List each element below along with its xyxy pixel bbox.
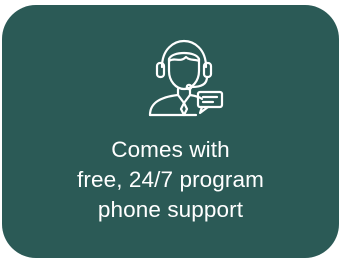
- card-text-line-1: Comes with: [111, 137, 230, 162]
- card-text-line-3: phone support: [97, 197, 244, 222]
- phone-support-card: Comes with free, 24/7 program phone supp…: [2, 5, 339, 258]
- card-text-line-2: free, 24/7 program: [77, 167, 264, 192]
- card-description: Comes with free, 24/7 program phone supp…: [2, 135, 339, 225]
- support-agent-headset-icon: [142, 37, 226, 117]
